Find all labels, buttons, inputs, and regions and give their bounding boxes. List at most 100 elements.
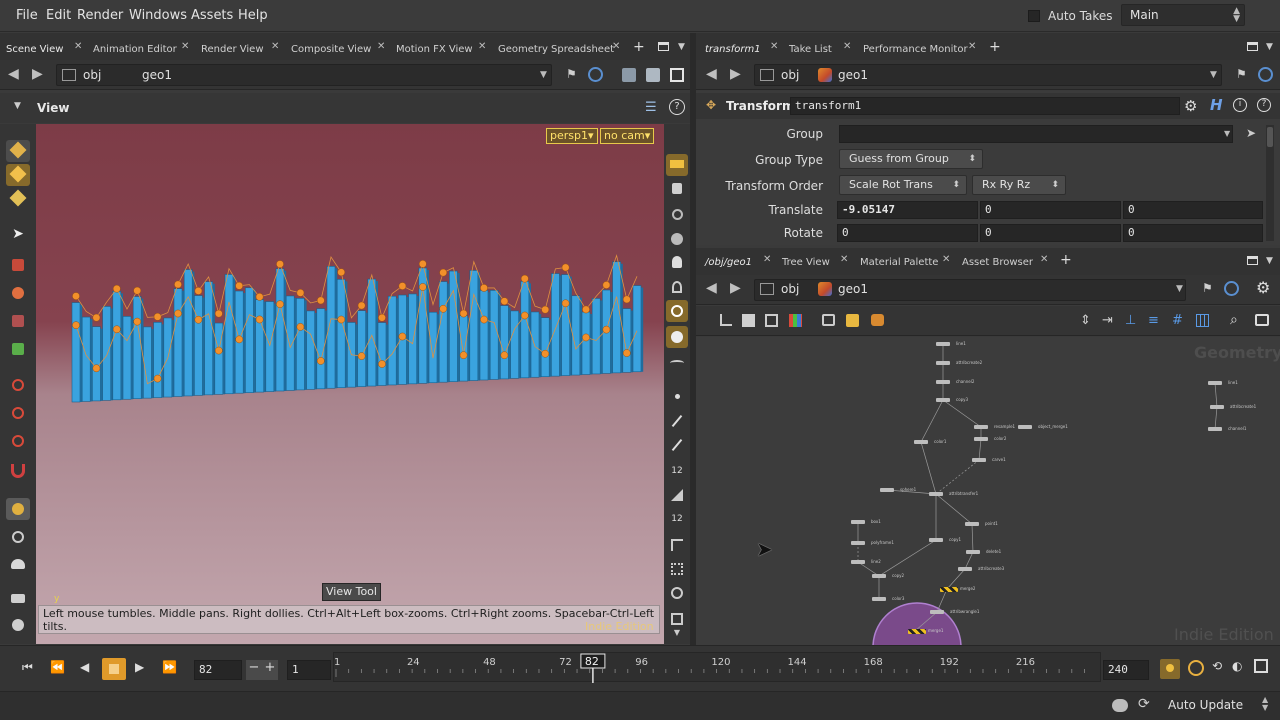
view-tool-icon[interactable] — [6, 374, 30, 396]
notes-icon[interactable] — [846, 314, 859, 327]
bracket-icon[interactable] — [666, 534, 688, 556]
timeline-track[interactable]: 1 24 48 72 96 120 144 168 192 216 82 — [333, 652, 1101, 683]
template-icon[interactable] — [666, 326, 688, 348]
gear-icon[interactable]: ⚙ — [1184, 97, 1197, 115]
hide-icon[interactable] — [666, 204, 688, 226]
tab-tree-view[interactable]: Tree View — [782, 254, 830, 272]
prim-numbers-icon[interactable]: 12 — [666, 508, 688, 530]
current-frame-field[interactable]: 82 — [194, 660, 242, 680]
network-node[interactable] — [914, 440, 928, 444]
network-node[interactable] — [929, 492, 943, 496]
step-forward-icon[interactable]: ⏩ — [162, 660, 177, 674]
arrange-icon[interactable]: ≡ — [1148, 313, 1159, 328]
node-name-field[interactable]: transform1 — [790, 97, 1180, 115]
chevron-down-icon[interactable]: ▼ — [1210, 70, 1217, 80]
chat-icon[interactable] — [1112, 699, 1128, 712]
updown-icon[interactable]: ▲ ▼ — [1262, 696, 1268, 712]
handle-tool-icon[interactable] — [6, 254, 30, 276]
network-node[interactable] — [972, 458, 986, 462]
chevron-down-icon[interactable]: ▼ — [1224, 129, 1230, 138]
back-arrow-icon[interactable]: ◀ — [8, 66, 19, 82]
network-box-icon[interactable] — [871, 314, 884, 326]
pane-menu-icon[interactable]: ▼ — [1266, 256, 1273, 266]
list-icon[interactable]: ☰ — [645, 100, 657, 115]
network-node[interactable] — [965, 522, 979, 526]
tab-composite-view[interactable]: Composite View — [291, 41, 371, 59]
pane-layout-icon[interactable] — [1247, 42, 1258, 51]
cam-menu[interactable]: no cam▾ — [600, 128, 655, 144]
network-node[interactable] — [872, 597, 886, 601]
camera-icon[interactable] — [6, 588, 30, 610]
grid-icon[interactable] — [1196, 314, 1209, 327]
chevron-down-icon[interactable]: ▼ — [1176, 284, 1183, 294]
tab-motion-fx-view[interactable]: Motion FX View — [396, 41, 473, 59]
magnet-icon[interactable] — [6, 460, 30, 482]
path-geo1[interactable]: geo1 — [838, 282, 868, 296]
display-icon[interactable] — [666, 300, 688, 322]
group-field[interactable] — [839, 125, 1233, 143]
align-icon[interactable]: ⇕ — [1080, 313, 1091, 328]
layers-icon[interactable] — [666, 154, 688, 176]
snap-grid-icon[interactable]: # — [1172, 313, 1183, 328]
decrement-button[interactable]: − — [246, 660, 262, 680]
network-node[interactable] — [851, 541, 865, 545]
select-arrow-icon[interactable]: ➤ — [1246, 126, 1256, 140]
close-icon[interactable]: ✕ — [74, 41, 82, 52]
network-node[interactable] — [1208, 427, 1222, 431]
close-icon[interactable]: ✕ — [612, 41, 620, 52]
menu-edit[interactable]: Edit — [46, 8, 71, 23]
viewport-layout-icon[interactable] — [670, 68, 684, 82]
tab-asset-browser[interactable]: Asset Browser — [962, 254, 1033, 272]
pen-icon[interactable] — [666, 410, 688, 432]
end-frame-field[interactable]: 240 — [1103, 660, 1149, 680]
grid-snap-icon[interactable] — [6, 526, 30, 548]
close-icon[interactable]: ✕ — [968, 41, 976, 52]
close-icon[interactable]: ✕ — [478, 41, 486, 52]
close-icon[interactable]: ✕ — [271, 41, 279, 52]
network-node[interactable] — [1210, 405, 1224, 409]
play-reverse-icon[interactable]: ◀ — [80, 660, 89, 674]
dot-icon[interactable] — [666, 386, 688, 408]
path-geo1[interactable]: geo1 — [142, 68, 172, 82]
rotate-x-field[interactable]: 0 — [837, 224, 978, 242]
network-node[interactable] — [936, 380, 950, 384]
pane-menu-icon[interactable]: ▼ — [1266, 42, 1273, 52]
start-frame-field[interactable]: 1 — [287, 660, 331, 680]
back-arrow-icon[interactable]: ◀ — [706, 66, 717, 82]
menu-file[interactable]: File — [16, 8, 38, 23]
key-icon[interactable] — [1160, 659, 1180, 679]
forward-arrow-icon[interactable]: ▶ — [730, 280, 741, 296]
shading-icon[interactable] — [622, 68, 636, 82]
network-node[interactable] — [936, 398, 950, 402]
tab-performance-monitor[interactable]: Performance Monitor — [863, 41, 968, 59]
close-icon[interactable]: ✕ — [942, 254, 950, 265]
light-bulb-icon[interactable] — [666, 252, 688, 274]
select-tool-icon[interactable] — [6, 140, 30, 162]
chevron-down-icon[interactable]: ▼ — [540, 70, 547, 80]
scroll-down-icon[interactable]: ▼ — [666, 622, 688, 644]
info-icon[interactable]: i — [1233, 98, 1247, 112]
move-tool-icon[interactable] — [6, 164, 30, 186]
pointer-icon[interactable]: ➤ — [6, 226, 30, 248]
realtime-icon[interactable] — [1188, 660, 1204, 676]
marker-icon[interactable] — [666, 276, 688, 298]
gear-icon[interactable]: ⚙ — [1256, 278, 1270, 297]
pin-icon[interactable]: ⚑ — [1236, 67, 1247, 81]
auto-takes-checkbox[interactable] — [1028, 10, 1040, 22]
rotation-order-menu[interactable]: Rx Ry Rz ⬍ — [972, 175, 1066, 195]
close-icon[interactable]: ✕ — [843, 41, 851, 52]
pin-icon[interactable]: ⚑ — [1202, 281, 1213, 295]
tab-animation-editor[interactable]: Animation Editor — [93, 41, 177, 59]
translate-x-field[interactable]: -9.05147 — [837, 201, 978, 219]
network-editor[interactable]: Geometry Indie Edition line1 attribcreate… — [696, 337, 1280, 645]
rotate-z-field[interactable]: 0 — [1123, 224, 1263, 242]
search-icon[interactable]: ⌕ — [1230, 312, 1238, 328]
paint-tool-icon[interactable] — [6, 338, 30, 360]
pane-menu-icon[interactable]: ▼ — [678, 42, 685, 52]
network-node[interactable] — [929, 538, 943, 542]
play-icon[interactable]: ▶ — [135, 660, 144, 674]
menu-assets[interactable]: Assets — [191, 8, 233, 23]
background-image-icon[interactable] — [1255, 314, 1269, 326]
group-type-menu[interactable]: Guess from Group ⬍ — [839, 149, 983, 169]
forward-arrow-icon[interactable]: ▶ — [32, 66, 43, 82]
